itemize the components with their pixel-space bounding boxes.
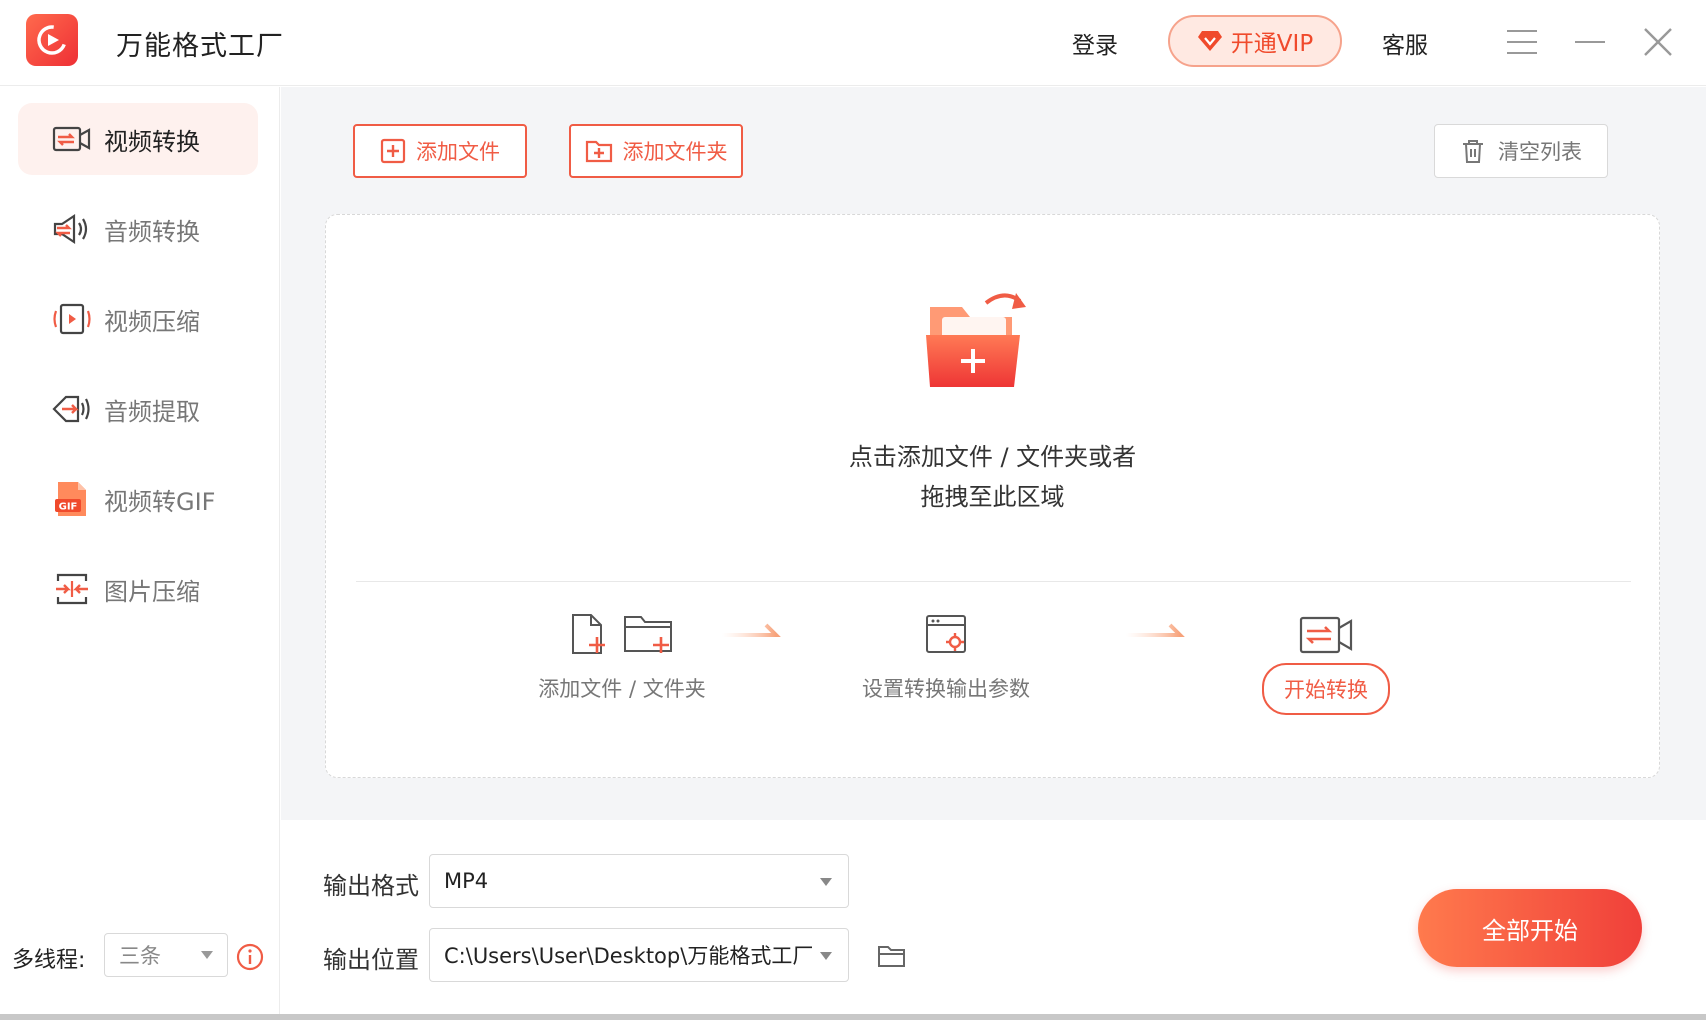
title-bar: 万能格式工厂 登录 开通VIP 客服 (0, 0, 1706, 86)
gif-icon: GIF (52, 479, 92, 519)
app-title: 万能格式工厂 (116, 31, 284, 62)
add-folder-icon (585, 140, 612, 163)
sidebar-item-audio-convert[interactable]: 音频转换 (18, 193, 258, 265)
info-icon[interactable] (236, 943, 264, 975)
step-add-files: 添加文件 / 文件夹 (522, 613, 722, 703)
audio-convert-icon (52, 209, 92, 249)
drop-hint-line2: 拖拽至此区域 (920, 483, 1065, 511)
add-folder-button[interactable]: 添加文件夹 (569, 124, 743, 178)
drop-hint-line1: 点击添加文件 / 文件夹或者 (848, 443, 1137, 471)
add-folder-label: 添加文件夹 (622, 140, 728, 164)
step-set-params: 设置转换输出参数 (846, 613, 1046, 703)
arrow-right-icon (1126, 619, 1186, 643)
sidebar-item-image-compress[interactable]: 图片压缩 (18, 553, 258, 625)
output-location-select[interactable]: C:\Users\User\Desktop\万能格式工厂\ (429, 928, 849, 982)
threads-select[interactable]: 三条 (104, 933, 228, 977)
sidebar-item-video-to-gif[interactable]: GIF 视频转GIF (18, 463, 258, 535)
menu-icon[interactable] (1502, 22, 1542, 62)
sidebar-item-label: 音频提取 (104, 397, 200, 426)
threads-label: 多线程: (12, 948, 86, 973)
sidebar: 视频转换 音频转换 视频压缩 音频提取 GIF 视频转GIF 图片压缩 (0, 87, 280, 1020)
output-location-label: 输出位置 (323, 946, 419, 974)
add-file-icon (380, 138, 406, 164)
video-convert-icon (1299, 616, 1353, 654)
customer-service-link[interactable]: 客服 (1382, 26, 1428, 60)
sidebar-item-label: 图片压缩 (104, 577, 200, 606)
folder-add-icon (916, 287, 1036, 401)
output-panel: 输出格式 MP4 输出位置 C:\Users\User\Desktop\万能格式… (281, 820, 1706, 1020)
vip-label: 开通VIP (1230, 31, 1314, 57)
sidebar-item-audio-extract[interactable]: 音频提取 (18, 373, 258, 445)
main-panel: 添加文件 添加文件夹 清空列表 点击添加文件 / 文件夹或者 拖拽至此区域 添加… (281, 87, 1706, 820)
sidebar-item-video-convert[interactable]: 视频转换 (18, 103, 258, 175)
login-link[interactable]: 登录 (1072, 26, 1118, 60)
open-folder-icon[interactable] (877, 944, 907, 974)
step-label: 添加文件 / 文件夹 (538, 677, 706, 701)
arrow-right-icon (722, 619, 782, 643)
close-icon[interactable] (1638, 22, 1678, 62)
start-convert-button[interactable]: 开始转换 (1262, 663, 1390, 715)
add-file-label: 添加文件 (416, 140, 500, 164)
clear-list-label: 清空列表 (1498, 140, 1582, 164)
audio-extract-icon (52, 389, 92, 429)
chevron-down-icon (820, 952, 832, 960)
sidebar-item-video-compress[interactable]: 视频压缩 (18, 283, 258, 355)
threads-value: 三条 (119, 944, 161, 968)
image-compress-icon (52, 569, 92, 609)
video-convert-icon (52, 119, 92, 159)
sidebar-item-label: 视频压缩 (104, 307, 200, 336)
divider (356, 581, 1631, 582)
chevron-down-icon (820, 878, 832, 886)
output-format-label: 输出格式 (323, 872, 419, 900)
drop-zone[interactable]: 点击添加文件 / 文件夹或者 拖拽至此区域 添加文件 / 文件夹 设置转换输出参… (325, 214, 1660, 778)
app-logo-icon (26, 14, 78, 66)
output-location-value: C:\Users\User\Desktop\万能格式工厂\ (444, 944, 812, 968)
sidebar-item-label: 视频转GIF (104, 487, 216, 516)
file-add-icon (572, 614, 605, 654)
output-format-select[interactable]: MP4 (429, 854, 849, 908)
start-all-button[interactable]: 全部开始 (1418, 889, 1642, 967)
trash-icon (1463, 140, 1483, 163)
svg-text:GIF: GIF (59, 502, 78, 513)
chevron-down-icon (201, 951, 213, 959)
app-window: 万能格式工厂 登录 开通VIP 客服 视频转换 音频转换 视频压缩 音频提取 G… (0, 0, 1706, 1020)
output-format-value: MP4 (444, 869, 489, 893)
step-start-convert: 开始转换 (1226, 613, 1426, 715)
minimize-icon[interactable] (1570, 22, 1610, 62)
settings-window-icon (926, 615, 966, 653)
window-bottom-edge (0, 1014, 1706, 1020)
clear-list-button[interactable]: 清空列表 (1434, 124, 1608, 178)
step-label: 设置转换输出参数 (862, 677, 1030, 701)
folder-add-small-icon (624, 616, 672, 653)
vip-button[interactable]: 开通VIP (1168, 15, 1342, 67)
sidebar-item-label: 视频转换 (104, 127, 200, 156)
video-compress-icon (52, 299, 92, 339)
diamond-icon (1197, 31, 1222, 51)
add-file-button[interactable]: 添加文件 (353, 124, 527, 178)
sidebar-item-label: 音频转换 (104, 217, 200, 246)
